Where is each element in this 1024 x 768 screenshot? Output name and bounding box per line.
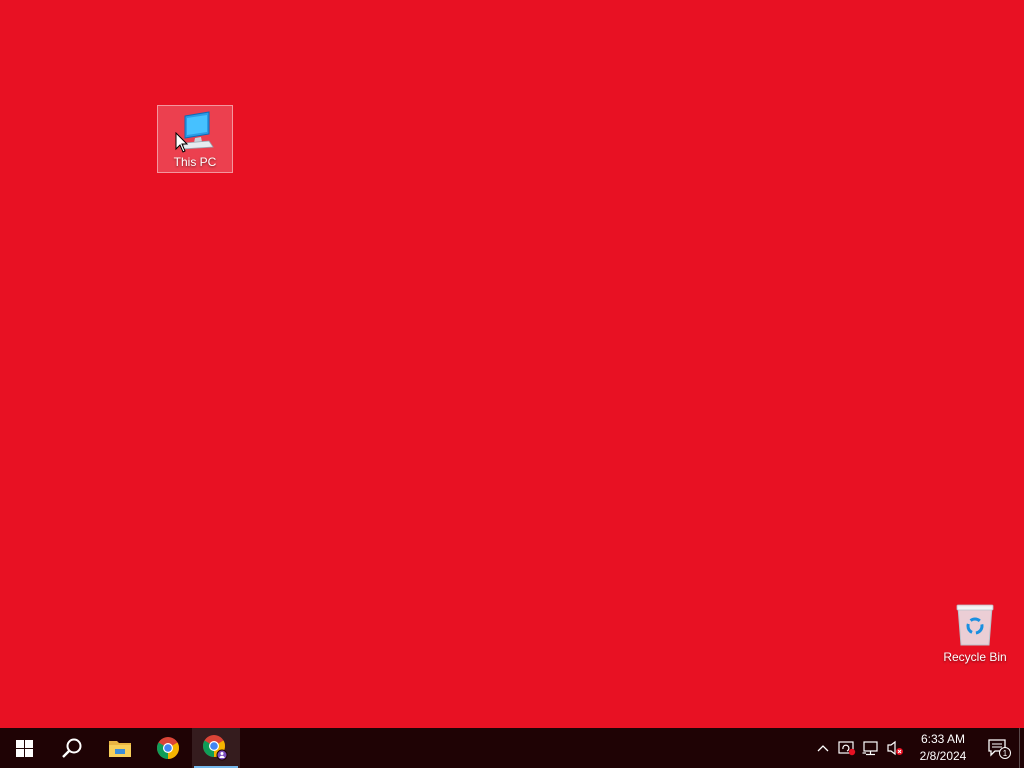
taskbar-app-chrome[interactable] [144,728,192,768]
chrome-profile-icon [203,735,228,761]
mouse-cursor-icon [175,132,189,153]
taskbar-app-file-explorer[interactable] [96,728,144,768]
windows-logo-icon [15,739,33,757]
security-warning-icon [838,741,856,756]
recycle-bin-icon [956,604,994,646]
chevron-up-icon [817,745,829,752]
show-hidden-icons-button[interactable] [811,728,835,768]
desktop-icon-recycle-bin[interactable]: Recycle Bin [937,600,1013,670]
volume-muted-icon [887,740,903,756]
desktop-icon-this-pc[interactable]: This PC [157,105,233,173]
clock-date: 2/8/2024 [919,749,967,763]
search-button[interactable] [48,728,96,768]
tray-security-button[interactable] [835,728,859,768]
notification-icon: 1 [988,739,1011,759]
taskbar-clock[interactable]: 6:33 AM 2/8/2024 [907,728,979,768]
desktop-icon-label: Recycle Bin [943,650,1007,664]
file-explorer-icon [109,741,131,757]
show-desktop-button[interactable] [1019,728,1024,768]
desktop[interactable]: This PC Recycle Bin [0,0,1024,728]
system-tray: 6:33 AM 2/8/2024 1 [811,728,1024,768]
taskbar-app-chrome-profile[interactable] [192,728,240,768]
tray-volume-button[interactable] [883,728,907,768]
clock-time: 6:33 AM [920,732,966,746]
tray-network-button[interactable] [859,728,883,768]
action-center-button[interactable]: 1 [979,728,1019,768]
network-icon [862,741,878,756]
taskbar: 6:33 AM 2/8/2024 1 [0,728,1024,768]
notification-count: 1 [1003,749,1008,758]
chrome-icon [157,737,179,759]
start-button[interactable] [0,728,48,768]
search-icon [62,738,82,758]
desktop-icon-label: This PC [173,155,217,169]
